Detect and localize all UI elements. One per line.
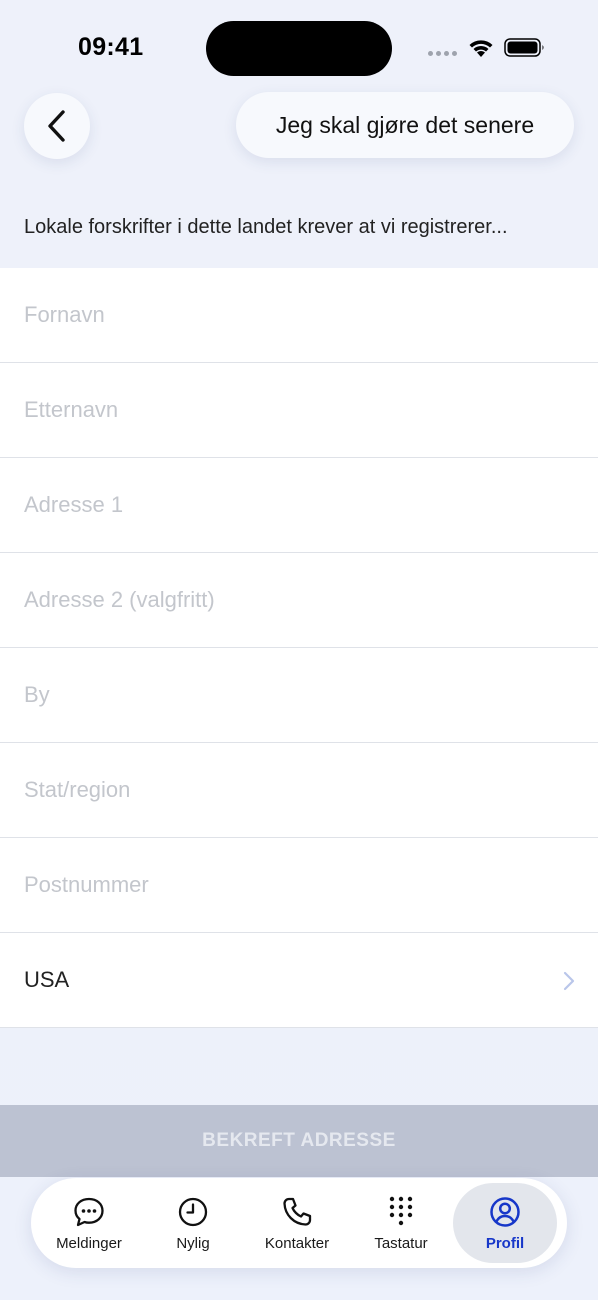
tab-keypad[interactable]: Tastatur xyxy=(349,1183,453,1263)
profile-icon xyxy=(490,1196,520,1227)
clock-icon xyxy=(178,1197,208,1226)
tab-recent-label: Nylig xyxy=(176,1234,210,1252)
tab-contacts[interactable]: Kontakter xyxy=(245,1183,349,1263)
tab-bar: Meldinger Nylig Kontakter Tastatur Profi… xyxy=(31,1178,567,1268)
back-button[interactable] xyxy=(24,93,90,159)
tab-keypad-label: Tastatur xyxy=(374,1234,428,1252)
address2-field[interactable] xyxy=(24,587,574,613)
address1-row xyxy=(0,458,598,553)
chat-bubble-icon xyxy=(74,1197,104,1226)
zip-row xyxy=(0,838,598,933)
zip-field[interactable] xyxy=(24,872,574,898)
address1-field[interactable] xyxy=(24,492,574,518)
address-form: USA xyxy=(0,268,598,1028)
country-value: USA xyxy=(24,967,70,992)
first-name-field[interactable] xyxy=(24,302,574,328)
tab-recent[interactable]: Nylig xyxy=(141,1183,245,1263)
city-field[interactable] xyxy=(24,682,574,708)
confirm-address-button[interactable]: BEKREFT ADRESSE xyxy=(0,1105,598,1177)
keypad-icon xyxy=(389,1196,413,1225)
phone-icon xyxy=(283,1197,312,1226)
state-row xyxy=(0,743,598,838)
address2-row xyxy=(0,553,598,648)
tab-messages[interactable]: Meldinger xyxy=(37,1183,141,1263)
last-name-row xyxy=(0,363,598,458)
status-time: 09:41 xyxy=(78,33,144,61)
country-selector[interactable]: USA xyxy=(0,933,598,1028)
cellular-signal-icon xyxy=(428,51,458,57)
chevron-right-icon xyxy=(563,971,575,991)
regulation-description: Lokale forskrifter i dette landet krever… xyxy=(24,216,508,238)
chevron-left-icon xyxy=(48,110,65,142)
do-it-later-button[interactable]: Jeg skal gjøre det senere xyxy=(236,92,574,158)
first-name-row xyxy=(0,268,598,363)
battery-icon xyxy=(504,38,544,57)
tab-messages-label: Meldinger xyxy=(56,1234,122,1252)
city-row xyxy=(0,648,598,743)
tab-profile[interactable]: Profil xyxy=(453,1183,557,1263)
state-field[interactable] xyxy=(24,777,574,803)
tab-contacts-label: Kontakter xyxy=(264,1234,330,1252)
dynamic-island xyxy=(206,21,392,76)
status-bar: 09:41 xyxy=(0,0,598,90)
tab-profile-label: Profil xyxy=(485,1234,525,1252)
last-name-field[interactable] xyxy=(24,397,574,423)
wifi-icon xyxy=(469,40,493,57)
